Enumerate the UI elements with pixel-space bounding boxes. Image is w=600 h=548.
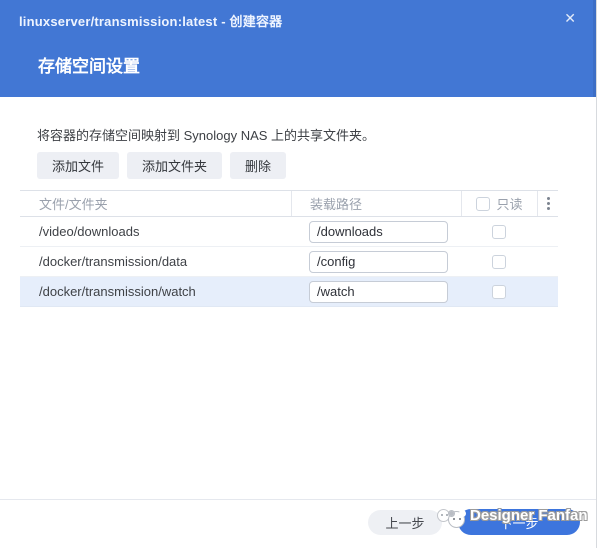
readonly-header-label: 只读 bbox=[496, 197, 523, 212]
mount-path-input[interactable] bbox=[309, 280, 448, 303]
volume-table: 文件/文件夹 装载路径 只读 /video/downloads /downloa… bbox=[20, 190, 558, 307]
mount-path-cell bbox=[291, 250, 461, 273]
add-file-button[interactable]: 添加文件 bbox=[37, 152, 120, 179]
close-icon[interactable]: ✕ bbox=[564, 10, 576, 26]
mount-path-input[interactable] bbox=[309, 250, 448, 273]
description-text: 将容器的存储空间映射到 Synology NAS 上的共享文件夹。 bbox=[37, 128, 376, 143]
delete-button[interactable]: 删除 bbox=[230, 152, 287, 179]
mount-path-cell bbox=[291, 280, 461, 303]
readonly-select-all-checkbox[interactable] bbox=[476, 196, 491, 211]
file-path-cell: /docker/transmission/data bbox=[39, 254, 188, 269]
next-step-button[interactable]: 下一步 bbox=[458, 509, 580, 535]
screen: linuxserver/transmission:latest - 创建容器 ✕… bbox=[0, 0, 600, 548]
readonly-cell bbox=[461, 284, 537, 299]
column-header-mount-path[interactable]: 装载路径 bbox=[291, 191, 461, 216]
toolbar: 添加文件 添加文件夹 删除 bbox=[37, 152, 287, 179]
mount-path-input[interactable] bbox=[309, 220, 448, 243]
dialog-header: linuxserver/transmission:latest - 创建容器 ✕… bbox=[0, 0, 596, 97]
table-row-selected[interactable]: /docker/transmission/watch bbox=[20, 277, 558, 307]
table-row[interactable]: /video/downloads bbox=[20, 217, 558, 247]
more-options-icon bbox=[546, 197, 550, 200]
readonly-checkbox[interactable] bbox=[492, 284, 506, 299]
readonly-cell bbox=[461, 254, 537, 269]
column-header-readonly: 只读 bbox=[461, 191, 537, 216]
column-menu[interactable] bbox=[537, 191, 558, 216]
readonly-checkbox[interactable] bbox=[492, 254, 506, 269]
previous-step-button[interactable]: 上一步 bbox=[368, 510, 442, 535]
file-path-cell: /video/downloads bbox=[39, 224, 140, 239]
table-row[interactable]: /docker/transmission/data bbox=[20, 247, 558, 277]
column-header-file[interactable]: 文件/文件夹 bbox=[20, 191, 291, 216]
dialog-title: linuxserver/transmission:latest - 创建容器 bbox=[19, 14, 283, 29]
readonly-cell bbox=[461, 224, 537, 239]
readonly-checkbox[interactable] bbox=[492, 224, 506, 239]
create-container-dialog: linuxserver/transmission:latest - 创建容器 ✕… bbox=[0, 0, 597, 548]
table-header-row: 文件/文件夹 装载路径 只读 bbox=[20, 190, 558, 217]
add-folder-button[interactable]: 添加文件夹 bbox=[127, 152, 223, 179]
mount-path-cell bbox=[291, 220, 461, 243]
section-title: 存储空间设置 bbox=[38, 57, 140, 76]
file-path-cell: /docker/transmission/watch bbox=[39, 284, 196, 299]
dialog-footer: 上一步 下一步 Designer Fanfan bbox=[0, 499, 596, 548]
